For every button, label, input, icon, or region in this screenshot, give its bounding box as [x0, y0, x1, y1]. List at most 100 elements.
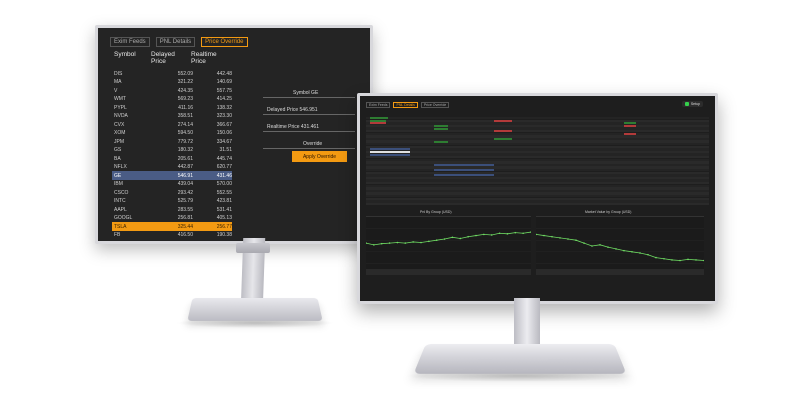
- right-stand-neck: [514, 298, 540, 348]
- cell-delayed: 411.16: [178, 104, 193, 111]
- setup-button[interactable]: Setup: [681, 101, 703, 108]
- cell-symbol: MSFT: [112, 241, 150, 242]
- cell-symbol: CVX: [114, 121, 125, 128]
- cell-realtime: 445.74: [216, 155, 232, 162]
- series-point: [522, 232, 524, 235]
- market-value-chart-svg: [536, 228, 704, 275]
- cell-realtime: 570.00: [216, 181, 232, 187]
- delayed-price-label: Delayed Price 546.951: [267, 107, 318, 113]
- table-row[interactable]: MSFT450.00583.68: [112, 239, 232, 242]
- symbol-field-label: Symbol GE: [293, 90, 319, 96]
- tab-pnl-details[interactable]: PNL Details: [155, 37, 196, 47]
- tab-pnl-details[interactable]: PNL Details: [393, 102, 418, 108]
- right-screen: Exim Feeds PNL Details Price Override Se…: [360, 96, 715, 301]
- left-monitor: Exim Feeds PNL Details Price Override Sy…: [95, 25, 373, 244]
- left-stand-base: [187, 297, 323, 321]
- series-point: [412, 241, 414, 243]
- tab-exim-feeds[interactable]: Exim Feeds: [110, 37, 150, 47]
- cell-realtime: 190.38: [216, 232, 232, 238]
- pnl-grid-header: [366, 111, 709, 116]
- cell-delayed: 552.09: [177, 70, 193, 77]
- series-point: [506, 233, 509, 235]
- x-axis-band: [366, 269, 531, 275]
- cell-delayed: 594.50: [177, 130, 193, 136]
- column-delayed-price[interactable]: Delayed Price: [151, 51, 191, 65]
- series-point: [687, 258, 689, 261]
- setup-label: Setup: [690, 102, 700, 106]
- series-point: [703, 259, 704, 262]
- column-realtime-price[interactable]: Realtime Price: [191, 51, 229, 65]
- right-stand-base: [413, 343, 627, 374]
- override-field[interactable]: Override: [263, 141, 355, 149]
- pnl-grid[interactable]: [366, 117, 709, 206]
- series-point: [380, 242, 383, 245]
- cell-realtime: 256.77: [216, 223, 232, 230]
- series-point: [396, 241, 399, 244]
- series-point: [575, 239, 577, 241]
- series-point: [443, 238, 446, 240]
- series-point: [615, 248, 617, 250]
- series-point: [679, 259, 681, 262]
- series-point: [490, 234, 493, 236]
- cell-realtime: 366.67: [216, 121, 232, 128]
- series-line: [536, 234, 704, 261]
- cell-realtime: 620.77: [216, 164, 232, 170]
- cell-symbol: NFLX: [114, 164, 127, 170]
- grid-cell-highlight: [434, 174, 494, 177]
- series-point: [663, 257, 665, 260]
- right-monitor: Exim Feeds PNL Details Price Override Se…: [357, 93, 718, 304]
- cell-realtime: 531.41: [216, 206, 232, 213]
- symbol-field[interactable]: Symbol GE: [263, 90, 355, 98]
- realtime-price-field[interactable]: Realtime Price 431.461: [263, 124, 355, 132]
- series-point: [435, 239, 438, 241]
- cell-symbol: NVDA: [114, 113, 128, 119]
- cell-symbol: XOM: [114, 130, 126, 136]
- cell-symbol: V: [114, 87, 118, 94]
- delayed-price-field[interactable]: Delayed Price 546.951: [263, 107, 355, 115]
- series-point: [428, 240, 430, 243]
- series-point: [655, 256, 657, 259]
- grid-cell-highlight: [494, 138, 512, 140]
- series-point: [567, 238, 569, 240]
- tab-exim-feeds[interactable]: Exim Feeds: [366, 102, 391, 108]
- series-point: [551, 235, 553, 238]
- market-value-chart: [536, 216, 704, 275]
- cell-delayed: 180.32: [177, 147, 193, 153]
- cell-symbol: BA: [114, 155, 121, 162]
- cell-delayed: 416.50: [177, 232, 193, 238]
- tab-price-override[interactable]: Price Override: [201, 37, 248, 47]
- series-point: [559, 237, 561, 239]
- cell-delayed: 450.00: [150, 241, 199, 242]
- cell-symbol: JPM: [114, 138, 124, 145]
- cell-delayed: 358.51: [177, 113, 193, 119]
- series-point: [530, 231, 531, 233]
- cell-symbol: GS: [114, 147, 122, 153]
- series-point: [543, 234, 545, 237]
- column-symbol[interactable]: Symbol: [114, 51, 151, 65]
- realtime-price-label: Realtime Price 431.461: [267, 124, 319, 130]
- cell-delayed: 779.72: [177, 138, 193, 145]
- series-point: [591, 245, 593, 247]
- series-point: [607, 246, 609, 248]
- cell-symbol: AAPL: [114, 206, 127, 213]
- x-axis-band: [536, 269, 704, 275]
- series-point: [459, 237, 462, 240]
- series-point: [388, 242, 391, 244]
- series-point: [599, 244, 601, 246]
- series-point: [483, 233, 485, 236]
- apply-override-button[interactable]: Apply Override: [292, 151, 347, 162]
- cell-delayed: 569.23: [177, 96, 193, 102]
- status-icon: [684, 102, 689, 107]
- cell-delayed: 439.04: [177, 181, 193, 187]
- grid-row: [366, 202, 709, 206]
- left-tab-bar: Exim Feeds PNL Details Price Override: [110, 37, 248, 47]
- left-screen: Exim Feeds PNL Details Price Override Sy…: [98, 28, 370, 241]
- grid-cell-highlight: [434, 164, 494, 166]
- series-point: [514, 231, 517, 234]
- series-point: [639, 252, 641, 254]
- cell-delayed: 274.14: [177, 121, 193, 128]
- cell-realtime: 414.25: [216, 96, 232, 102]
- series-point: [373, 244, 375, 246]
- series-point: [498, 232, 501, 235]
- tab-price-override[interactable]: Price Override: [420, 102, 450, 108]
